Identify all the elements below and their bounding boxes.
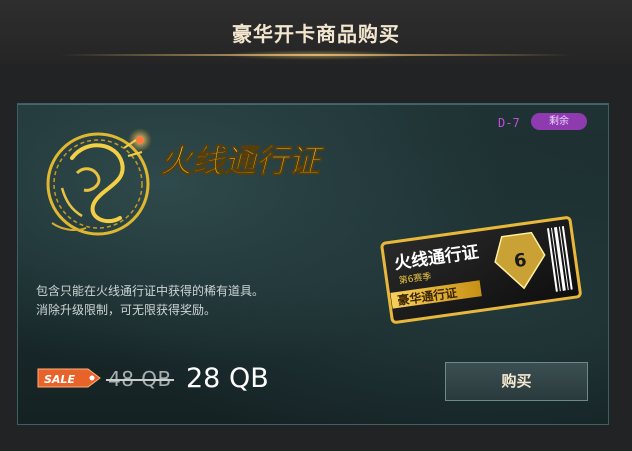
buy-button[interactable]: 购买 xyxy=(445,362,588,401)
pass-title-text: 火线通行证 xyxy=(160,142,325,180)
header-divider xyxy=(60,54,572,56)
dragon-emblem-icon xyxy=(46,128,152,236)
original-price: 48 QB xyxy=(106,367,174,391)
sale-label: SALE xyxy=(44,373,75,386)
current-price: 28 QB xyxy=(186,363,269,394)
remaining-badge: 剩余 xyxy=(531,113,587,130)
description-line-1: 包含只能在火线通行证中获得的稀有道具。 xyxy=(36,284,265,298)
item-description: 包含只能在火线通行证中获得的稀有道具。 消除升级限制，可无限获得奖励。 xyxy=(36,282,264,320)
pass-title-logo: 火线通行证 xyxy=(160,142,326,181)
panel-top-border xyxy=(18,104,608,105)
product-panel: D-7 剩余 火线通行证 包含只能在火线通行证中获得的稀有道具。 消除升级限制，… xyxy=(17,103,609,425)
dialog-header: 豪华开卡商品购买 xyxy=(0,0,632,64)
dialog-title: 豪华开卡商品购买 xyxy=(232,22,400,46)
description-line-2: 消除升级限制，可无限获得奖励。 xyxy=(36,303,217,317)
item-code: D-7 xyxy=(498,116,520,130)
sale-tag-icon: SALE xyxy=(37,368,101,388)
ticket-icon: 火线通行证 第6赛季 豪华通行证 6 xyxy=(380,216,582,324)
